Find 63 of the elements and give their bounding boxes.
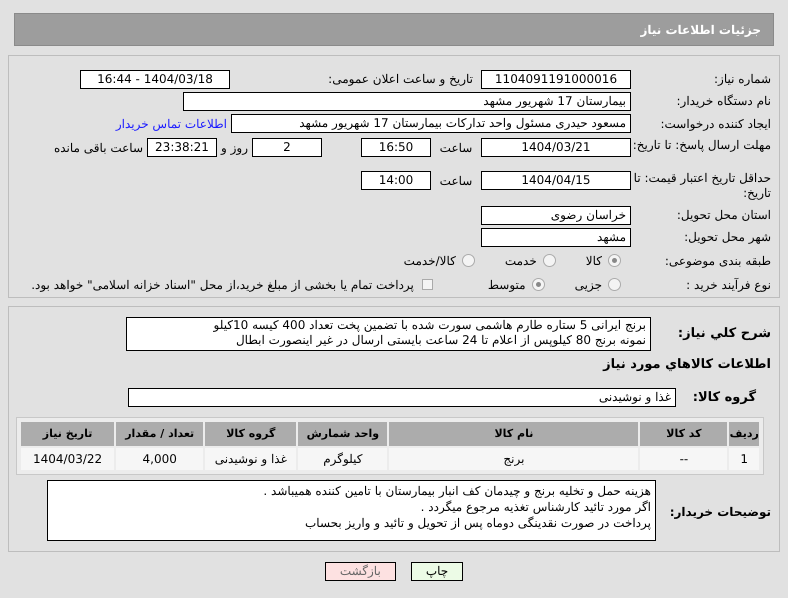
table-cell: برنج <box>389 448 638 470</box>
field-label: شماره نیاز: <box>713 71 771 88</box>
field-label: حداقل تاریخ اعتبار قیمت: تا تاریخ: <box>632 170 771 201</box>
field-label: شهر محل تحویل: <box>683 229 771 246</box>
column-header: تاریخ نیاز <box>21 422 114 446</box>
table-cell: -- <box>640 448 728 470</box>
description-field[interactable]: برنج ایرانی 5 ستاره طارم هاشمی سورت شده با تضمین پخت تعداد 400 کیسه 10کیلو نمونه برنج 80 کیلوپس از اعلام تا 24 ساعت بایستی ارسال در غیر اینصورت ابطال <box>126 317 651 351</box>
table-cell: کیلوگرم <box>298 448 388 470</box>
field-label: ساعت باقی مانده <box>54 140 143 157</box>
section-heading: اطلاعات کالاهاي مورد نیاز <box>603 356 771 374</box>
table-cell: 4,000 <box>116 448 204 470</box>
radio-button[interactable] <box>532 278 545 292</box>
countdown-field: 23:38:21 <box>147 138 217 157</box>
radio-button[interactable] <box>608 278 621 292</box>
radio-button[interactable] <box>608 254 621 268</box>
column-header: کد کالا <box>640 422 728 446</box>
input-field[interactable]: 16:50 <box>361 138 431 157</box>
field-label: گروه کالا: <box>692 388 757 406</box>
print-button[interactable]: چاپ <box>410 562 464 581</box>
field-label: مهلت ارسال پاسخ: تا تاریخ: <box>632 138 771 153</box>
option-label: جزیی <box>574 276 602 294</box>
input-field[interactable]: مسعود حیدری مسئول واحد تدارکات بیمارستان 17 شهریور مشهد <box>231 114 631 134</box>
input-field[interactable]: 1404/03/21 <box>481 138 631 157</box>
option-label: متوسط <box>488 276 526 294</box>
column-header: تعداد / مقدار <box>116 422 204 446</box>
table-cell: غذا و نوشیدنی <box>205 448 296 470</box>
field-label: استان محل تحویل: <box>676 207 771 224</box>
radio-button[interactable] <box>542 254 556 268</box>
option-label: کالا/خدمت <box>404 252 456 270</box>
field-label: نوع فرآیند خرید : <box>685 276 771 294</box>
field-label: نام دستگاه خریدار: <box>676 93 771 110</box>
radio-button[interactable] <box>462 254 475 268</box>
back-button[interactable]: بازگشت <box>324 562 396 581</box>
checkbox[interactable] <box>422 279 433 290</box>
input-field[interactable]: بیمارستان 17 شهریور مشهد <box>183 92 631 111</box>
field-label: شرح کلي نیاز: <box>676 325 771 343</box>
field-label: ساعت <box>438 172 474 190</box>
input-field[interactable]: 1404/04/15 <box>481 170 631 190</box>
page-title: جزئیات اطلاعات نیاز <box>640 22 761 38</box>
input-field[interactable]: 14:00 <box>361 170 431 190</box>
input-field[interactable]: غذا و نوشیدنی <box>128 388 676 407</box>
input-field[interactable]: 2 <box>252 138 322 157</box>
field-label: روز و <box>221 140 248 157</box>
field-label: توضیحات خریدار: <box>668 504 771 521</box>
input-field[interactable]: خراسان رضوی <box>481 206 631 225</box>
table-cell: 1404/03/22 <box>21 448 114 470</box>
table-cell: 1 <box>729 448 759 470</box>
column-header: ردیف <box>729 422 759 446</box>
checkbox-label: پرداخت تمام یا بخشی از مبلغ خرید،از محل "اسناد خزانه اسلامی" خواهد بود. <box>31 276 414 294</box>
input-field[interactable]: 1404/03/18 - 16:44 <box>80 70 230 89</box>
column-header: گروه کالا <box>205 422 296 446</box>
field-label: طبقه بندی موضوعی: <box>664 252 771 270</box>
option-label: خدمت <box>504 252 537 270</box>
field-label: ایجاد کننده درخواست: <box>659 116 771 133</box>
column-header: واحد شمارش <box>298 422 388 446</box>
column-header: نام کالا <box>389 422 638 446</box>
input-field[interactable]: 1104091191000016 <box>481 70 631 89</box>
field-label: تاریخ و ساعت اعلان عمومی: <box>327 71 473 88</box>
contact-link[interactable]: اطلاعات تماس خریدار <box>116 114 227 133</box>
option-label: کالا <box>586 252 602 270</box>
notes-field[interactable]: هزینه حمل و تخلیه برنج و چیدمان کف انبار بیمارستان با تامین کننده همیباشد . اگر مورد تائید کارشناس تغذیه مرجوع میگردد . پرداخت در صورت نقدینگی دوماه پس از تحویل و تائید و واریز بحساب <box>47 480 656 541</box>
input-field[interactable]: مشهد <box>481 228 631 247</box>
field-label: ساعت <box>438 140 474 157</box>
